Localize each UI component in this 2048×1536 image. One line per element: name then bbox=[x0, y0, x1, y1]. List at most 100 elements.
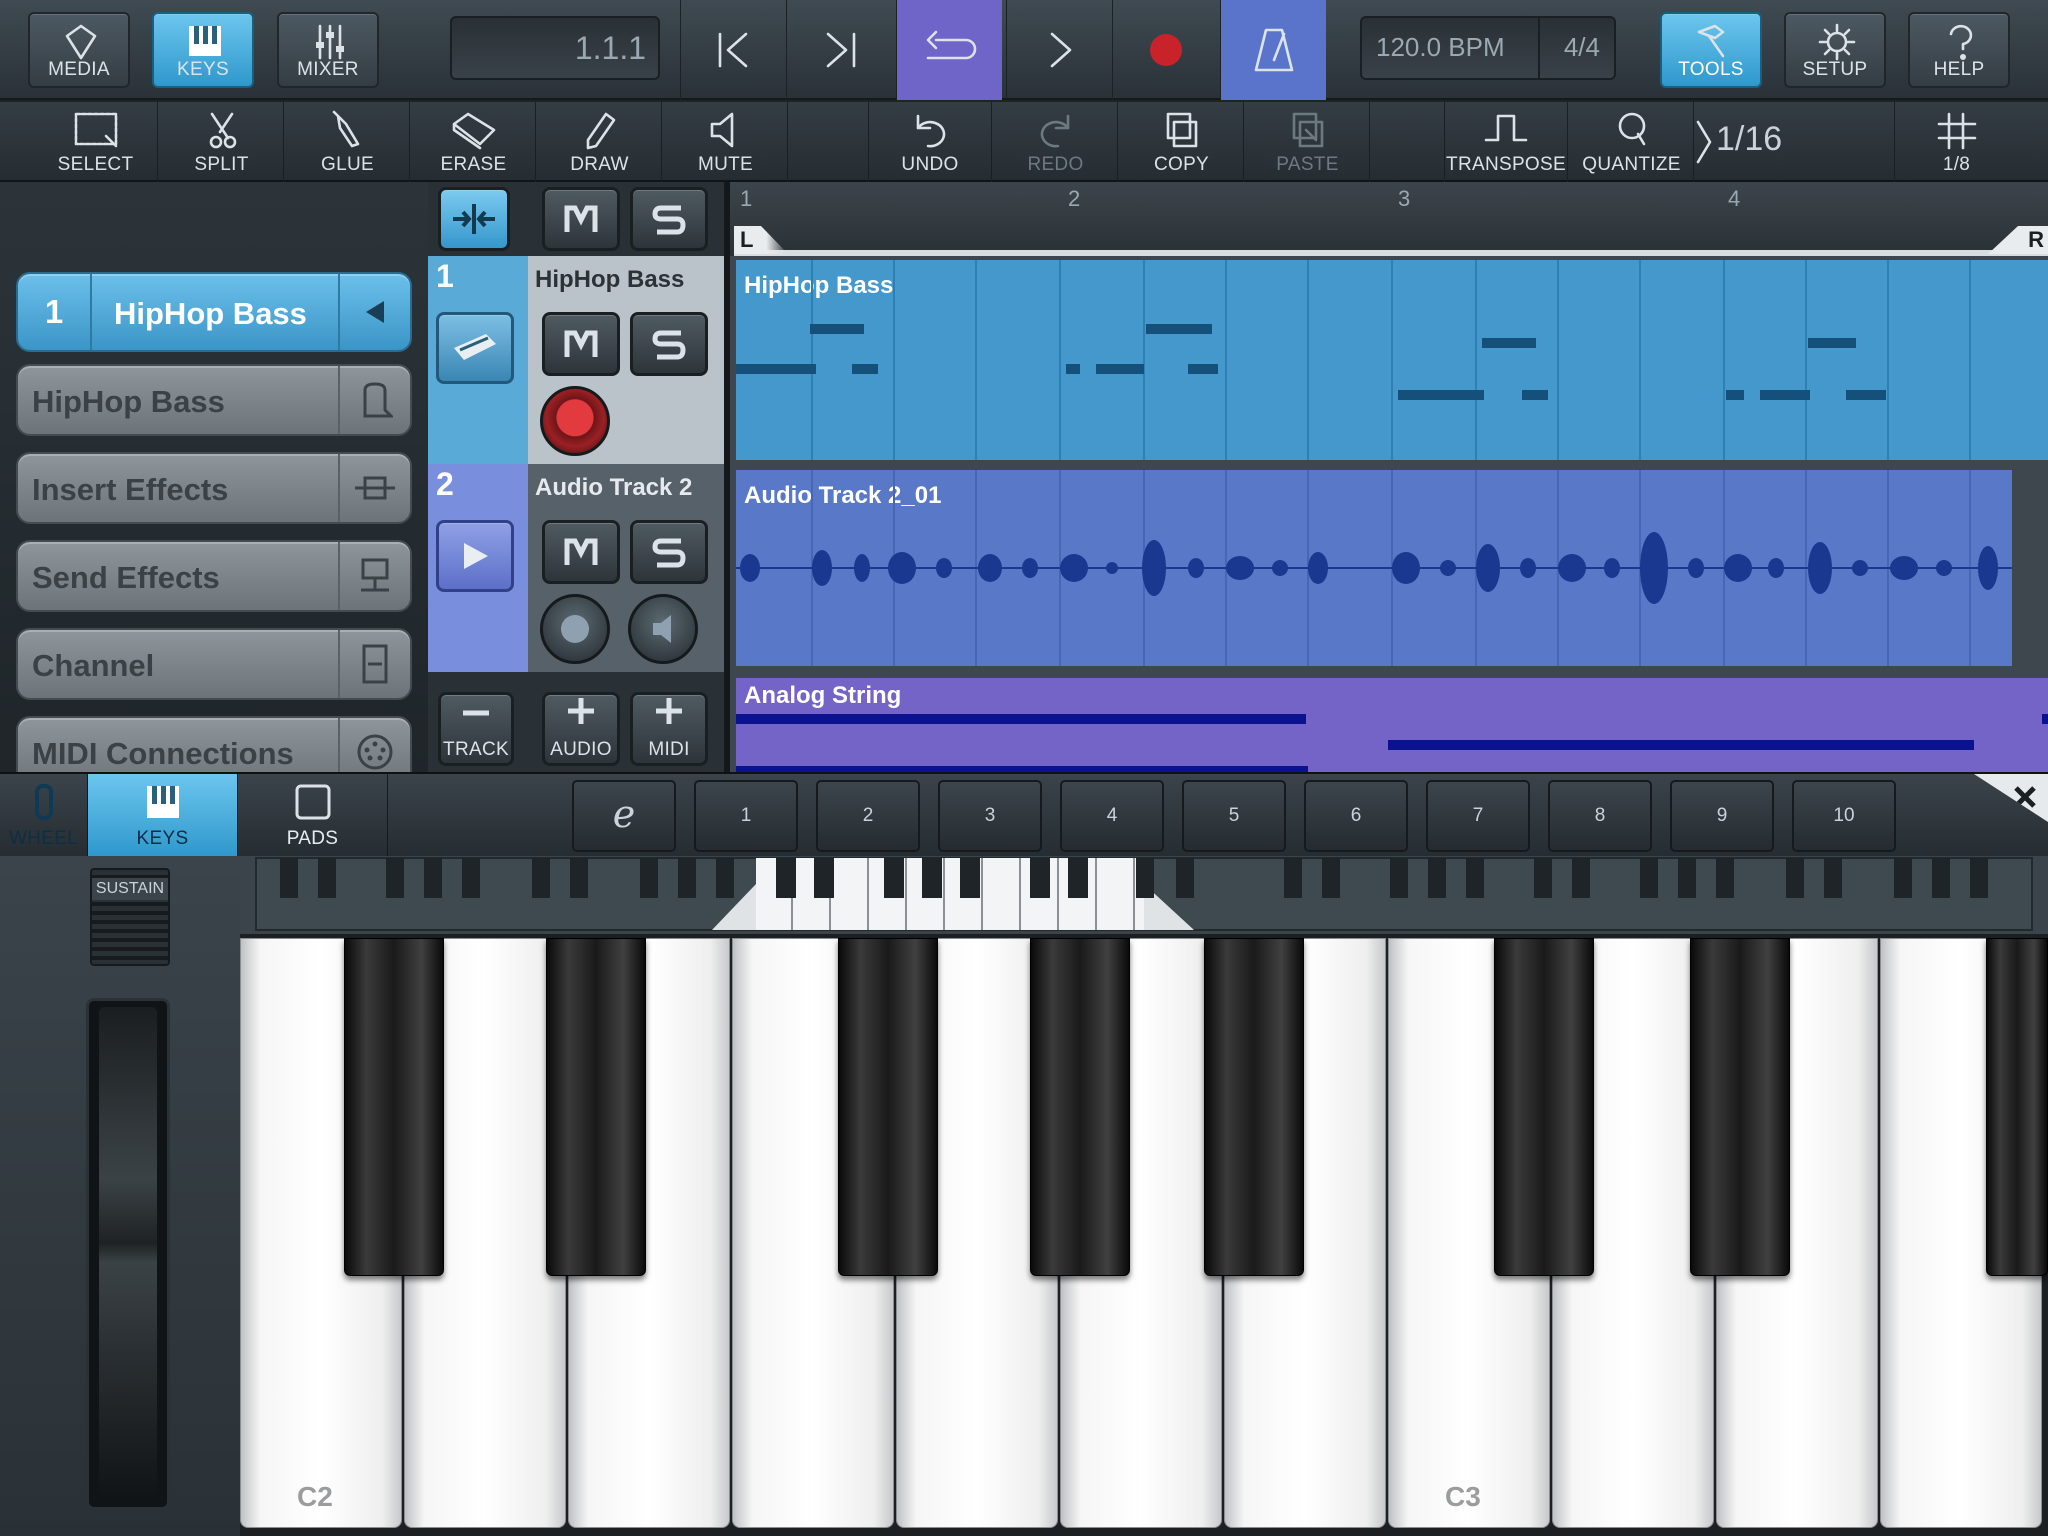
select-tool[interactable]: SELECT bbox=[34, 102, 158, 182]
transpose-button[interactable]: TRANSPOSE bbox=[1444, 102, 1568, 182]
track-1-mute-button[interactable] bbox=[542, 312, 620, 376]
follow-icon bbox=[453, 204, 495, 234]
slot-9-button[interactable]: 9 bbox=[1670, 780, 1774, 852]
hammer-icon bbox=[1697, 24, 1725, 58]
mute-m-icon bbox=[564, 538, 598, 565]
black-key-f-sharp2[interactable] bbox=[838, 938, 938, 1276]
forward-to-end-button[interactable] bbox=[786, 0, 892, 100]
add-audio-track-button[interactable]: AUDIO bbox=[542, 692, 620, 766]
lane-1: HipHop Bass bbox=[730, 256, 2048, 464]
remove-track-button[interactable]: TRACK bbox=[438, 692, 514, 766]
setup-button[interactable]: SETUP bbox=[1784, 12, 1886, 88]
audio-clip-track-2[interactable]: Audio Track 2_01 bbox=[736, 470, 2012, 666]
track-header-2[interactable]: 2 Audio Track 2 bbox=[428, 464, 724, 672]
midi-clip-analog-string[interactable]: Analog String bbox=[736, 678, 2048, 772]
loop-right-locator[interactable]: R bbox=[1988, 226, 2048, 254]
track-header-1[interactable]: 1 HipHop Bass bbox=[428, 256, 724, 464]
media-button[interactable]: MEDIA bbox=[28, 12, 130, 88]
lane-2: Audio Track 2_01 bbox=[730, 464, 2048, 672]
track-1-record-arm-button[interactable] bbox=[540, 386, 610, 456]
track-2-solo-button[interactable] bbox=[630, 520, 708, 584]
inspector-insert-effects[interactable]: Insert Effects bbox=[16, 452, 412, 524]
inspector-send-effects[interactable]: Send Effects bbox=[16, 540, 412, 612]
copy-button[interactable]: COPY bbox=[1120, 102, 1244, 182]
slot-3-button[interactable]: 3 bbox=[938, 780, 1042, 852]
help-button[interactable]: HELP bbox=[1908, 12, 2010, 88]
mixer-icon bbox=[316, 24, 344, 60]
close-icon bbox=[2014, 786, 2036, 808]
draw-tool[interactable]: DRAW bbox=[538, 102, 662, 182]
track-1-solo-button[interactable] bbox=[630, 312, 708, 376]
pitch-wheel-grip bbox=[99, 1007, 157, 1499]
keys-mode-tab[interactable]: KEYS bbox=[88, 774, 238, 856]
slot-4-button[interactable]: 4 bbox=[1060, 780, 1164, 852]
slot-7-button[interactable]: 7 bbox=[1426, 780, 1530, 852]
undo-button[interactable]: UNDO bbox=[868, 102, 992, 182]
black-key-c-sharp2[interactable] bbox=[344, 938, 444, 1276]
midi-clip-hiphop-bass[interactable]: HipHop Bass bbox=[736, 260, 2048, 460]
global-mute-button[interactable] bbox=[542, 187, 620, 251]
edit-macro-button[interactable]: e bbox=[572, 780, 676, 852]
track-2-mute-button[interactable] bbox=[542, 520, 620, 584]
track-1-instrument-button[interactable] bbox=[436, 312, 514, 384]
track-2-play-button[interactable] bbox=[436, 520, 514, 592]
track-2-monitor-button[interactable] bbox=[628, 594, 698, 664]
play-button[interactable] bbox=[1006, 0, 1112, 100]
glue-tool[interactable]: GLUE bbox=[286, 102, 410, 182]
sustain-pedal[interactable]: SUSTAIN bbox=[90, 868, 170, 966]
inspector-channel[interactable]: Channel bbox=[16, 628, 412, 700]
slot-6-button[interactable]: 6 bbox=[1304, 780, 1408, 852]
tools-button[interactable]: TOOLS bbox=[1660, 12, 1762, 88]
pads-mode-tab[interactable]: PADS bbox=[238, 774, 388, 856]
black-key-c-sharp3[interactable] bbox=[1494, 938, 1594, 1276]
track-2-record-arm-button[interactable] bbox=[540, 594, 610, 664]
black-key-g-sharp2[interactable] bbox=[1030, 938, 1130, 1276]
tempo-display[interactable]: 120.0 BPM 4/4 bbox=[1360, 16, 1616, 80]
pitch-wheel[interactable] bbox=[86, 998, 170, 1510]
collapse-arrow-icon[interactable] bbox=[338, 274, 410, 350]
add-midi-track-button[interactable]: MIDI bbox=[630, 692, 708, 766]
close-keyboard-button[interactable] bbox=[1974, 774, 2048, 822]
follow-button[interactable] bbox=[438, 187, 510, 251]
timeline-ruler[interactable]: 1 2 3 4 L R bbox=[730, 182, 2048, 256]
metronome-button[interactable] bbox=[1220, 0, 1326, 100]
split-tool[interactable]: SPLIT bbox=[160, 102, 284, 182]
loop-left-locator[interactable]: L bbox=[734, 226, 788, 254]
keys-button[interactable]: KEYS bbox=[152, 12, 254, 88]
record-button[interactable] bbox=[1112, 0, 1218, 100]
slot-10-button[interactable]: 10 bbox=[1792, 780, 1896, 852]
black-key-d-sharp3[interactable] bbox=[1690, 938, 1790, 1276]
app: MEDIA KEYS MIXER 1.1.1 120.0 BPM 4/4 TOO… bbox=[0, 0, 2048, 1536]
piano-keyboard[interactable]: C2 C3 bbox=[240, 934, 2048, 1536]
mixer-button[interactable]: MIXER bbox=[277, 12, 379, 88]
redo-button[interactable]: REDO bbox=[994, 102, 1118, 182]
keyboard-range-overview[interactable] bbox=[240, 856, 2048, 934]
quantize-icon bbox=[1618, 112, 1645, 146]
paste-icon bbox=[1292, 112, 1323, 148]
black-key-d-sharp2[interactable] bbox=[546, 938, 646, 1276]
wheel-mode-tab[interactable]: WHEEL bbox=[0, 774, 88, 856]
loop-button[interactable] bbox=[896, 0, 1002, 100]
slot-1-button[interactable]: 1 bbox=[694, 780, 798, 852]
inspector-instrument[interactable]: HipHop Bass bbox=[16, 364, 412, 436]
metronome-icon bbox=[1254, 28, 1293, 72]
grid-button[interactable]: 1/8 bbox=[1894, 102, 2018, 182]
slot-8-button[interactable]: 8 bbox=[1548, 780, 1652, 852]
help-icon bbox=[1949, 24, 1973, 60]
global-solo-button[interactable] bbox=[630, 187, 708, 251]
slot-5-button[interactable]: 5 bbox=[1182, 780, 1286, 852]
black-key-f-sharp3[interactable] bbox=[1986, 938, 2048, 1276]
quantize-value[interactable]: 1/16 bbox=[1716, 120, 1816, 164]
black-key-a-sharp2[interactable] bbox=[1204, 938, 1304, 1276]
slot-2-button[interactable]: 2 bbox=[816, 780, 920, 852]
inspector-track-header[interactable]: 1 HipHop Bass bbox=[16, 272, 412, 352]
rewind-to-start-button[interactable] bbox=[680, 0, 786, 100]
plus-icon bbox=[656, 698, 682, 724]
mute-tool[interactable]: MUTE bbox=[664, 102, 788, 182]
paste-button[interactable]: PASTE bbox=[1246, 102, 1370, 182]
pencil-icon bbox=[586, 112, 615, 150]
erase-tool[interactable]: ERASE bbox=[412, 102, 536, 182]
quantize-button[interactable]: QUANTIZE bbox=[1570, 102, 1694, 182]
arrange-view[interactable]: 1 2 3 4 L R HipHop Bass Audio Track 2_01… bbox=[724, 182, 2048, 772]
position-display[interactable]: 1.1.1 bbox=[450, 16, 660, 80]
